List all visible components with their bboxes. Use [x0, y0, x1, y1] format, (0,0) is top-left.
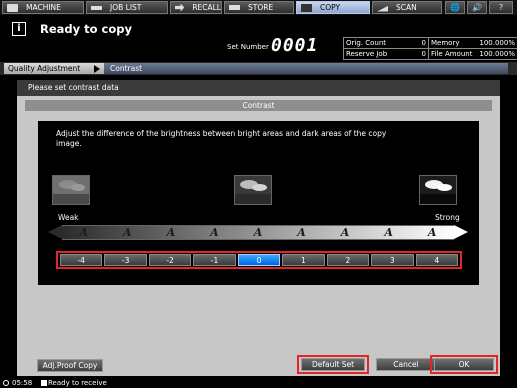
- tab-copy-label: COPY: [320, 3, 341, 12]
- globe-icon[interactable]: 🌐: [445, 1, 465, 14]
- reserve-job-label: Reserve Job: [346, 50, 388, 58]
- volume-icon[interactable]: 🔊: [467, 1, 487, 14]
- orig-count-value: 0: [421, 39, 426, 47]
- orig-count-label: Orig. Count: [346, 39, 387, 47]
- contrast-sample-glyph: A: [427, 226, 437, 239]
- contrast-step-plus-4[interactable]: 4: [415, 254, 458, 266]
- clock-time: 05:58: [12, 379, 33, 387]
- ok-button[interactable]: OK: [434, 358, 494, 371]
- breadcrumb: Quality Adjustment Contrast: [0, 62, 517, 75]
- tab-store[interactable]: STORE: [224, 1, 294, 14]
- status-message-bottom: Ready to receive: [48, 379, 107, 387]
- info-icon: i: [12, 22, 26, 36]
- contrast-step-plus-3[interactable]: 3: [371, 254, 414, 266]
- contrast-step-minus-1[interactable]: -1: [193, 254, 236, 266]
- copy-icon: [301, 3, 312, 12]
- receive-status-icon: [41, 380, 47, 386]
- tab-store-label: STORE: [248, 3, 274, 12]
- status-header: i Ready to copy Set Number 0001 Orig. Co…: [0, 15, 517, 61]
- tab-recall[interactable]: RECALL: [170, 1, 222, 14]
- contrast-sample-glyph: A: [253, 226, 263, 239]
- contrast-sample-glyph: A: [340, 226, 350, 239]
- tab-scan[interactable]: SCAN: [372, 1, 442, 14]
- contrast-gradient-bar: A A A A A A A A A: [48, 225, 468, 240]
- tab-machine-label: MACHINE: [26, 3, 61, 12]
- contrast-step-minus-4[interactable]: -4: [60, 254, 103, 266]
- contrast-sample-glyph: A: [384, 226, 393, 239]
- cancel-button[interactable]: Cancel: [376, 358, 436, 371]
- contrast-sample-glyph: A: [210, 226, 219, 239]
- adj-proof-copy-button[interactable]: Adj.Proof Copy: [37, 359, 103, 372]
- normal-preview-image: [234, 175, 272, 205]
- breadcrumb-arrow-icon: [94, 65, 100, 73]
- contrast-step-plus-2[interactable]: 2: [326, 254, 370, 266]
- tab-job-list[interactable]: JOB LIST: [86, 1, 168, 14]
- clock-icon: [3, 380, 9, 386]
- contrast-sample-glyph: A: [297, 226, 306, 239]
- counter-table: Orig. Count 0 Memory 100.000% Reserve Job 0…: [343, 37, 517, 60]
- store-icon: [229, 5, 240, 10]
- weak-preview-image: [52, 175, 90, 205]
- tab-scan-label: SCAN: [396, 3, 417, 12]
- set-number-value: 0001: [271, 35, 319, 56]
- panel-header: Please set contrast data: [17, 80, 500, 96]
- default-set-button[interactable]: Default Set: [301, 358, 365, 371]
- contrast-panel: Please set contrast data Contrast Adjust…: [17, 80, 500, 376]
- tab-machine[interactable]: MACHINE: [2, 1, 84, 14]
- contrast-adjust-area: Adjust the difference of the brightness …: [38, 121, 479, 285]
- status-bar: 05:58 Ready to receive: [0, 378, 517, 388]
- job-list-icon: [91, 5, 102, 10]
- contrast-level-selector: -4 -3 -2 -1 0 1 2 3 4: [56, 251, 462, 269]
- contrast-step-0[interactable]: 0: [237, 254, 281, 266]
- contrast-sample-glyph: A: [79, 226, 89, 239]
- set-number-label: Set Number: [227, 43, 269, 51]
- scan-icon: [377, 5, 388, 12]
- contrast-sample-glyph: A: [166, 226, 176, 239]
- description-text: Adjust the difference of the brightness …: [56, 129, 387, 148]
- instruction-text: Please set contrast data: [28, 83, 119, 92]
- memory-label: Memory: [431, 39, 460, 47]
- reserve-job-value: 0: [421, 50, 426, 58]
- tab-job-list-label: JOB LIST: [110, 3, 142, 12]
- recall-icon: [175, 3, 185, 12]
- machine-icon: [7, 3, 18, 12]
- tab-recall-label: RECALL: [192, 3, 221, 12]
- memory-value: 100.000%: [479, 39, 515, 47]
- weak-label: Weak: [58, 213, 79, 222]
- tab-copy[interactable]: COPY: [296, 1, 370, 14]
- top-tab-bar: MACHINE JOB LIST RECALL STORE COPY SCAN …: [0, 0, 517, 15]
- section-title: Contrast: [25, 100, 492, 111]
- contrast-step-minus-3[interactable]: -3: [104, 254, 147, 266]
- help-icon[interactable]: ?: [489, 1, 513, 14]
- contrast-sample-glyph: A: [123, 226, 132, 239]
- breadcrumb-quality-adjustment[interactable]: Quality Adjustment: [4, 63, 104, 74]
- strong-preview-image: [419, 175, 457, 205]
- status-message: Ready to copy: [40, 22, 132, 36]
- contrast-step-plus-1[interactable]: 1: [282, 254, 325, 266]
- breadcrumb-contrast: Contrast: [104, 63, 508, 74]
- contrast-step-minus-2[interactable]: -2: [148, 254, 192, 266]
- strong-label: Strong: [435, 213, 460, 222]
- file-amount-label: File Amount: [431, 50, 473, 58]
- file-amount-value: 100.000%: [479, 50, 515, 58]
